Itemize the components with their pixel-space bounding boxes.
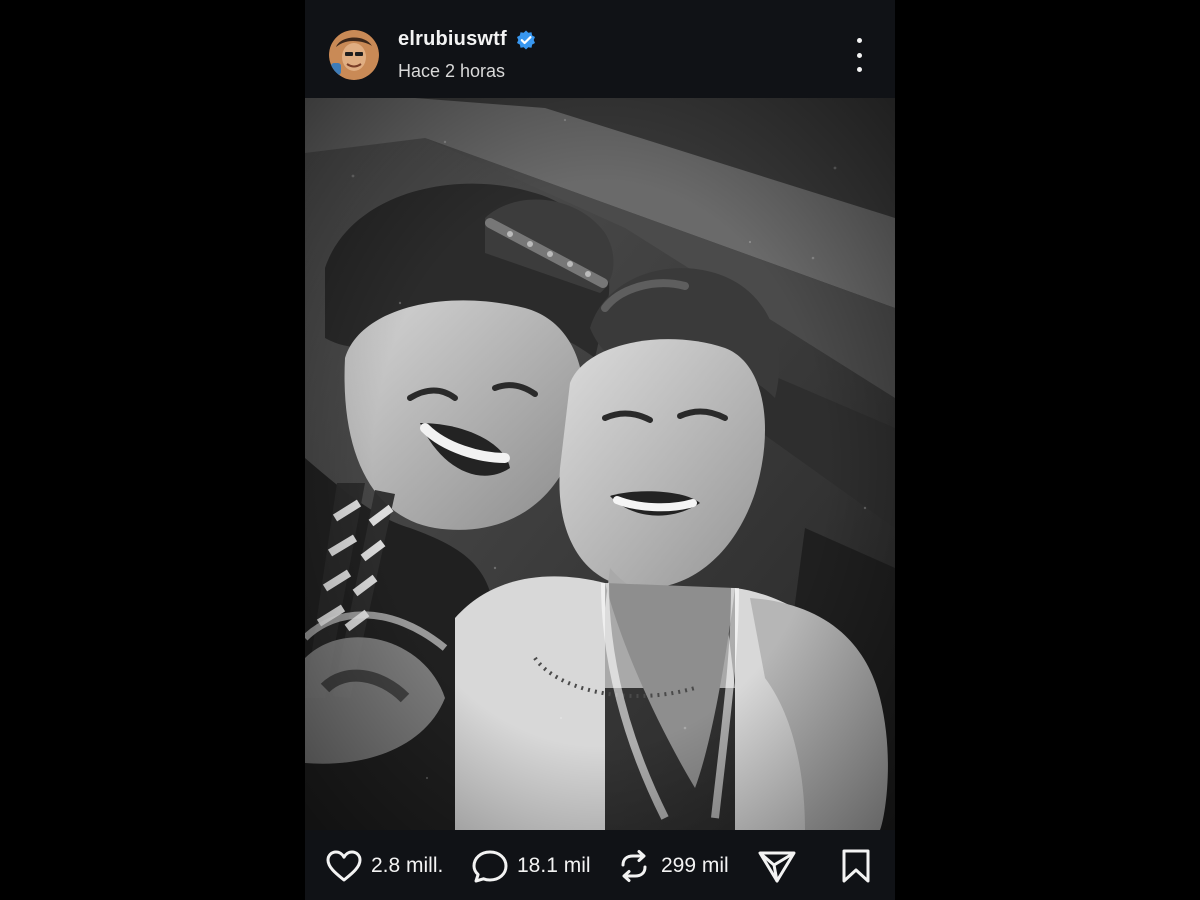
user-line: elrubiuswtf (398, 28, 537, 51)
screen-background: elrubiuswtf Hace 2 horas 2.8 mill. 18.1 … (0, 0, 1200, 900)
selfie-photo-image (305, 98, 895, 830)
menu-dot (856, 52, 862, 58)
verified-badge-icon (515, 29, 537, 51)
repost-count: 299 mil (661, 854, 729, 877)
comment-count: 18.1 mil (517, 854, 591, 877)
like-count: 2.8 mill. (371, 854, 444, 877)
share-button[interactable] (757, 849, 797, 883)
menu-dot (856, 38, 862, 43)
avatar-image (329, 30, 379, 80)
comment-button[interactable]: 18.1 mil (471, 849, 591, 883)
post-timestamp: Hace 2 horas (398, 61, 506, 81)
bookmark-icon (842, 849, 870, 883)
username[interactable]: elrubiuswtf (398, 28, 507, 51)
menu-dot (856, 67, 862, 72)
heart-icon (326, 850, 362, 882)
repost-icon (621, 850, 647, 882)
send-icon (758, 851, 796, 883)
post-card: elrubiuswtf Hace 2 horas 2.8 mill. 18.1 … (305, 0, 895, 900)
like-button[interactable]: 2.8 mill. (325, 849, 443, 883)
save-button[interactable] (840, 849, 872, 883)
post-header: elrubiuswtf Hace 2 horas (305, 0, 895, 98)
post-actions-bar: 2.8 mill. 18.1 mil 299 mil (305, 830, 895, 900)
repost-button[interactable]: 299 mil (615, 849, 729, 883)
post-photo[interactable] (305, 98, 895, 830)
user-avatar[interactable] (329, 30, 379, 80)
comment-bubble-icon (472, 850, 508, 883)
more-options-button[interactable] (847, 38, 871, 72)
